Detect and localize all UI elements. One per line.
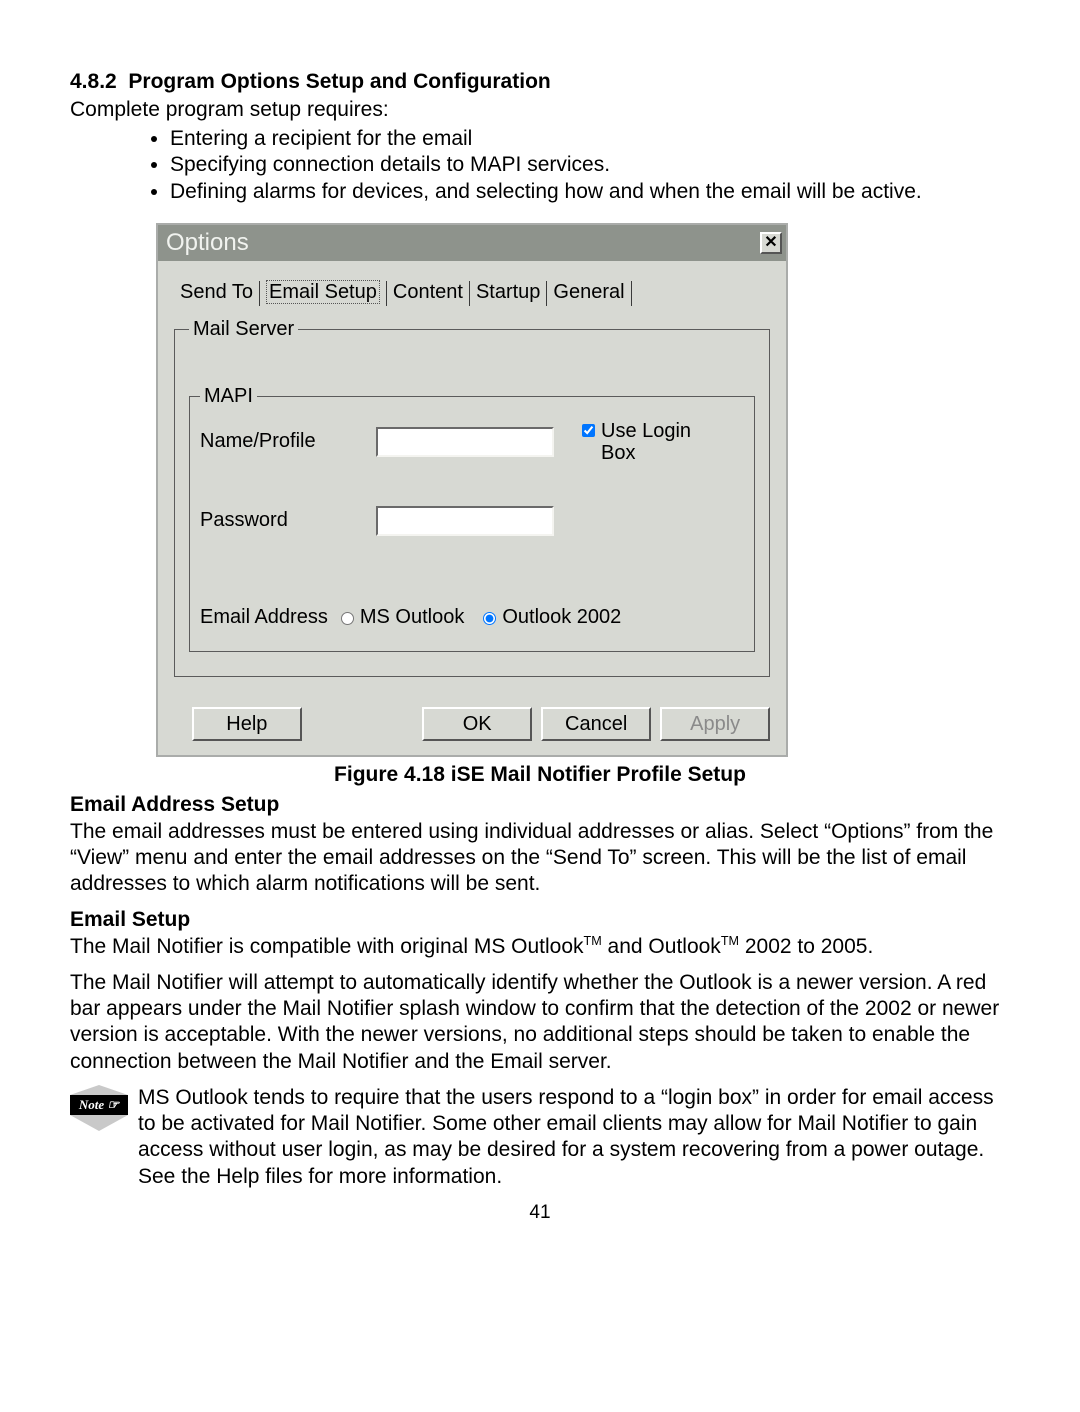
name-profile-label: Name/Profile (200, 430, 376, 453)
intro-text: Complete program setup requires: (70, 98, 1010, 122)
figure-caption: Figure 4.18 iSE Mail Notifier Profile Se… (70, 763, 1010, 787)
trademark-icon: TM (721, 934, 739, 948)
email-address-label: Email Address (200, 606, 328, 629)
tab-send-to[interactable]: Send To (174, 281, 260, 306)
email-setup-heading: Email Setup (70, 908, 1010, 932)
close-button[interactable]: ✕ (760, 232, 782, 254)
cancel-button[interactable]: Cancel (541, 707, 651, 741)
list-item: Entering a recipient for the email (170, 126, 1010, 152)
dialog-button-row: Help OK Cancel Apply (174, 707, 770, 741)
apply-button: Apply (660, 707, 770, 741)
note-icon: Note ☞ (70, 1085, 128, 1131)
email-address-setup-body: The email addresses must be entered usin… (70, 819, 1010, 898)
close-icon: ✕ (764, 234, 777, 251)
radio-outlook-2002[interactable]: Outlook 2002 (478, 606, 621, 629)
email-setup-p2: The Mail Notifier will attempt to automa… (70, 970, 1010, 1075)
use-login-box-label: Use LoginBox (601, 420, 691, 464)
radio-ms-outlook-input[interactable] (341, 612, 354, 625)
password-label: Password (200, 509, 376, 532)
help-button[interactable]: Help (192, 707, 302, 741)
mail-server-legend: Mail Server (189, 318, 298, 341)
tab-email-setup[interactable]: Email Setup (260, 281, 387, 306)
requirements-list: Entering a recipient for the email Speci… (70, 126, 1010, 205)
ok-button[interactable]: OK (422, 707, 532, 741)
name-profile-input[interactable] (376, 427, 554, 457)
tab-startup[interactable]: Startup (470, 281, 547, 306)
tab-general[interactable]: General (547, 281, 631, 306)
email-address-radio-row: Email Address MS Outlook Outlook 2002 (200, 606, 744, 629)
radio-ms-outlook[interactable]: MS Outlook (336, 606, 464, 629)
password-input[interactable] (376, 506, 554, 536)
email-address-setup-heading: Email Address Setup (70, 793, 1010, 817)
note-body: MS Outlook tends to require that the use… (138, 1085, 1010, 1190)
use-login-box-checkbox[interactable] (582, 424, 595, 437)
mapi-legend: MAPI (200, 385, 257, 408)
section-title: Program Options Setup and Configuration (128, 70, 550, 93)
section-heading: 4.8.2 Program Options Setup and Configur… (70, 70, 1010, 94)
tab-strip: Send To Email Setup Content Startup Gene… (174, 281, 770, 306)
mapi-group: MAPI Name/Profile Use LoginBox Password (189, 385, 755, 652)
list-item: Specifying connection details to MAPI se… (170, 152, 1010, 178)
radio-outlook-2002-input[interactable] (483, 612, 496, 625)
use-login-box-wrapper[interactable]: Use LoginBox (578, 420, 691, 464)
dialog-title: Options (166, 229, 249, 257)
mail-server-group: Mail Server MAPI Name/Profile Use LoginB… (174, 318, 770, 677)
dialog-titlebar: Options ✕ (158, 225, 786, 261)
list-item: Defining alarms for devices, and selecti… (170, 179, 1010, 205)
note-badge-label: Note ☞ (70, 1095, 128, 1115)
note-block: Note ☞ MS Outlook tends to require that … (70, 1085, 1010, 1190)
trademark-icon: TM (584, 934, 602, 948)
tab-content[interactable]: Content (387, 281, 470, 306)
options-dialog: Options ✕ Send To Email Setup Content St… (156, 223, 788, 757)
page-number: 41 (70, 1202, 1010, 1224)
section-number: 4.8.2 (70, 70, 117, 93)
email-setup-p1: The Mail Notifier is compatible with ori… (70, 934, 1010, 960)
